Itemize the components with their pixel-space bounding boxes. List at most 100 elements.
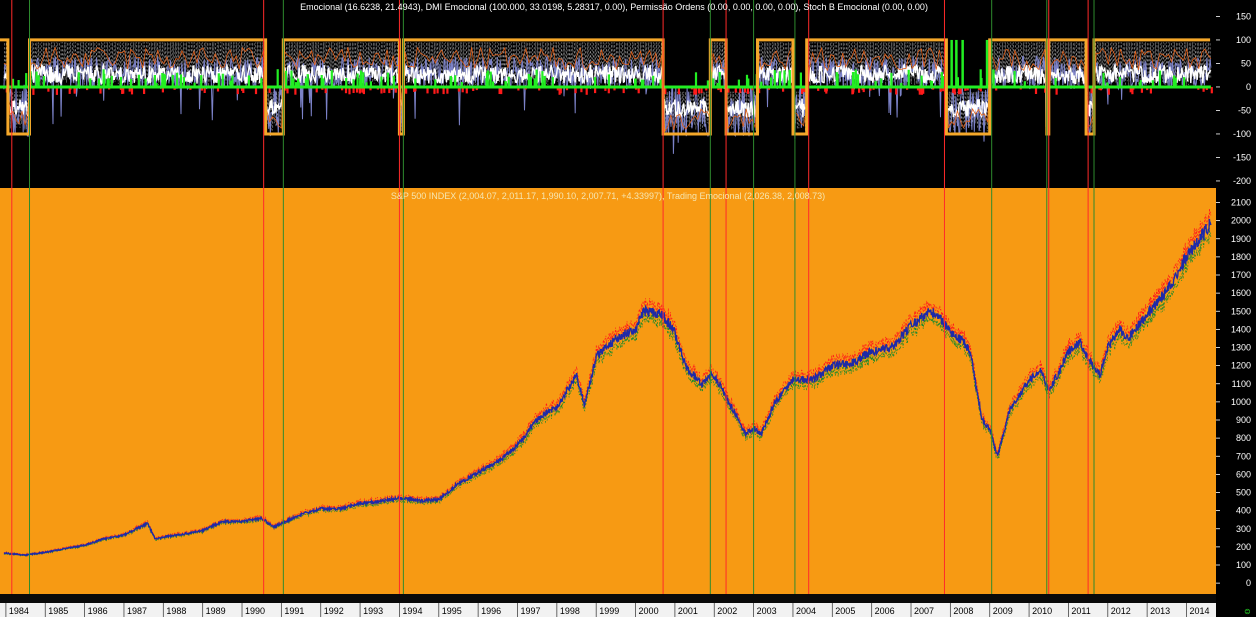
dmi-bar [362,72,365,87]
x-tick-label: 1998 [560,606,580,616]
dmi-bar [290,70,293,87]
dmi-bar [221,73,224,87]
x-tick-label: 1985 [48,606,68,616]
dmi-bar [356,73,359,87]
dmi-bar [551,77,554,87]
dmi-bar [489,71,492,87]
dmi-bar [851,72,855,87]
x-tick-label: 1991 [284,606,304,616]
dmi-bar [42,76,46,87]
y-tick-label: 1700 [1231,270,1251,280]
dmi-bar [773,70,776,87]
x-tick-label: 2007 [914,606,934,616]
x-tick-label: 1993 [363,606,383,616]
y-tick-label: 500 [1236,488,1251,498]
dmi-bar [1102,72,1105,87]
y-tick-label: 100 [1236,35,1251,45]
y-tick-label: 600 [1236,469,1251,479]
y-tick-label: 1900 [1231,234,1251,244]
dmi-bar [320,75,323,87]
y-tick-label: 0 [1246,82,1251,92]
settings-icon[interactable]: ⊜ [1244,607,1251,616]
dmi-bar [541,71,544,87]
dmi-bar [920,75,923,87]
x-tick-label: 1997 [520,606,540,616]
dmi-bar [799,72,802,87]
dmi-bar [386,72,389,87]
y-tick-label: 900 [1236,415,1251,425]
x-tick-label: 2001 [678,606,698,616]
scroll-strip[interactable] [0,594,1216,603]
y-tick-label: 1200 [1231,361,1251,371]
dmi-bar [449,76,452,87]
dmi-bar [950,39,953,87]
y-tick-label: 100 [1236,560,1251,570]
x-tick-label: 1996 [481,606,501,616]
x-tick-label: 2002 [717,606,737,616]
dmi-bar [392,75,395,87]
x-tick-label: 1988 [166,606,186,616]
x-tick-label: 2000 [639,606,659,616]
x-tick-label: 2008 [953,606,973,616]
y-tick-label: -50 [1238,105,1251,115]
dmi-bar [854,69,857,87]
x-tick-label: 1989 [206,606,226,616]
dmi-bar [176,72,179,87]
chart-canvas: 150100500-50-100-150-200 210020001900180… [0,0,1256,617]
dmi-bar [77,72,80,87]
y-tick-label: 1100 [1232,379,1251,389]
dmi-bar [217,73,220,87]
dmi-bar [778,71,782,87]
dmi-bar [454,75,457,87]
dmi-bar [783,70,786,87]
dmi-bar [110,75,113,87]
dmi-bar [856,74,860,87]
y-tick-label: -150 [1233,152,1251,162]
dmi-bar [1013,71,1016,87]
dmi-bar [247,75,250,87]
date-axis: 1984 1985 1986 1987 1988 1989 1990 1991 1992 1993… [0,603,1216,617]
x-tick-label: 1995 [442,606,462,616]
dmi-bar [507,76,510,87]
dmi-bar [35,71,38,87]
oscillator-legend: Emocional (16.6238, 21.4943), DMI Emocio… [300,2,928,12]
y-tick-label: 50 [1241,58,1251,68]
y-tick-label: 1400 [1231,324,1251,334]
dmi-bar [380,76,383,87]
x-tick-label: 1984 [9,606,29,616]
dmi-bar [529,76,532,87]
y-tick-label: 2100 [1231,198,1251,208]
dmi-bar [1210,87,1213,94]
dmi-bar [907,69,910,87]
dmi-bar [179,74,183,87]
oscillator-panel [0,0,1216,188]
y-tick-label: 0 [1246,578,1251,588]
chart-window: 150 100 50 0 -50 -100 -150 -200 2100 2000 1900 180… [0,0,1256,617]
y-tick-label: 1300 [1231,343,1251,353]
x-tick-label: 2012 [1111,606,1131,616]
x-tick-label: 2005 [835,606,855,616]
dmi-bar [718,72,721,87]
dmi-bar [694,72,698,87]
x-tick-label: 2011 [1071,606,1090,616]
y-tick-label: -200 [1233,176,1251,186]
dmi-bar [200,75,203,87]
dmi-bar [37,75,40,87]
dmi-bar [137,74,140,87]
y-tick-label: 800 [1236,433,1251,443]
y-tick-label: 700 [1236,451,1251,461]
dmi-bar [164,74,167,87]
x-tick-label: 2004 [796,606,816,616]
x-tick-label: 2006 [875,606,895,616]
dmi-bar [535,69,538,87]
y-tick-label: 200 [1236,542,1251,552]
price-legend: S&P 500 INDEX (2,004.07, 2,011.17, 1,990… [391,191,825,201]
y-tick-label: 1500 [1231,306,1251,316]
dmi-bar [182,77,185,87]
dmi-bar [985,39,989,87]
x-tick-label: 1990 [245,606,265,616]
dmi-bar [284,70,288,87]
dmi-bar [955,39,958,87]
dmi-bar [161,73,164,87]
dmi-bar [1183,77,1186,87]
